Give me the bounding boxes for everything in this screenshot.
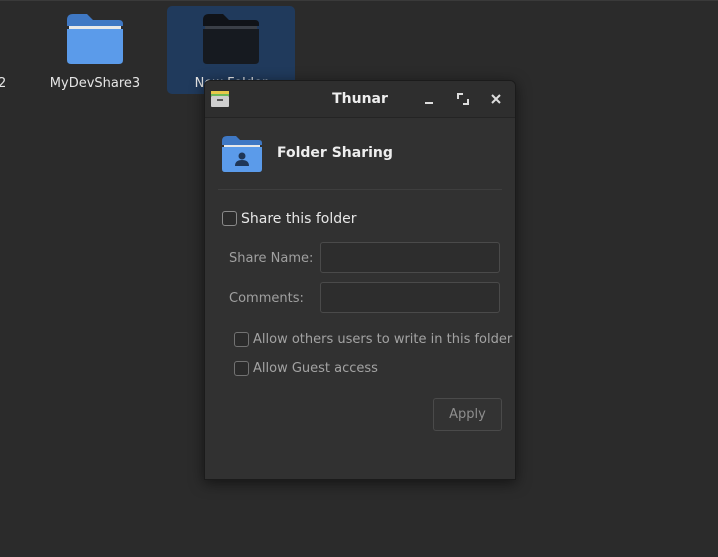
allow-write-checkbox[interactable] — [234, 332, 249, 347]
share-folder-label[interactable]: Share this folder — [241, 211, 357, 227]
minimize-icon[interactable] — [421, 91, 437, 107]
folder-icon — [203, 14, 259, 64]
allow-guest-checkbox[interactable] — [234, 361, 249, 376]
allow-guest-label[interactable]: Allow Guest access — [253, 361, 378, 376]
allow-write-label[interactable]: Allow others users to write in this fold… — [253, 332, 512, 347]
maximize-icon[interactable] — [455, 91, 471, 107]
shared-folder-icon — [222, 136, 262, 172]
apply-button[interactable]: Apply — [433, 398, 502, 431]
dialog-heading: Folder Sharing — [277, 145, 393, 161]
comments-label: Comments: — [229, 291, 304, 306]
share-folder-checkbox[interactable] — [222, 211, 237, 226]
close-icon[interactable] — [488, 91, 504, 107]
folder-icon — [67, 14, 123, 64]
share-name-input[interactable] — [320, 242, 500, 273]
desktop-item-partial-label: 2 — [0, 76, 7, 91]
screen-top-edge — [0, 0, 718, 1]
share-name-label: Share Name: — [229, 251, 314, 266]
comments-input[interactable] — [320, 282, 500, 313]
desktop-item-label: MyDevShare3 — [49, 76, 141, 91]
title-bar[interactable]: Thunar — [205, 81, 515, 118]
folder-sharing-dialog: Thunar Folder Sharing Share this folder … — [204, 80, 516, 480]
desktop-item-mydevshare3[interactable]: MyDevShare3 — [40, 8, 150, 96]
header-separator — [218, 189, 502, 190]
